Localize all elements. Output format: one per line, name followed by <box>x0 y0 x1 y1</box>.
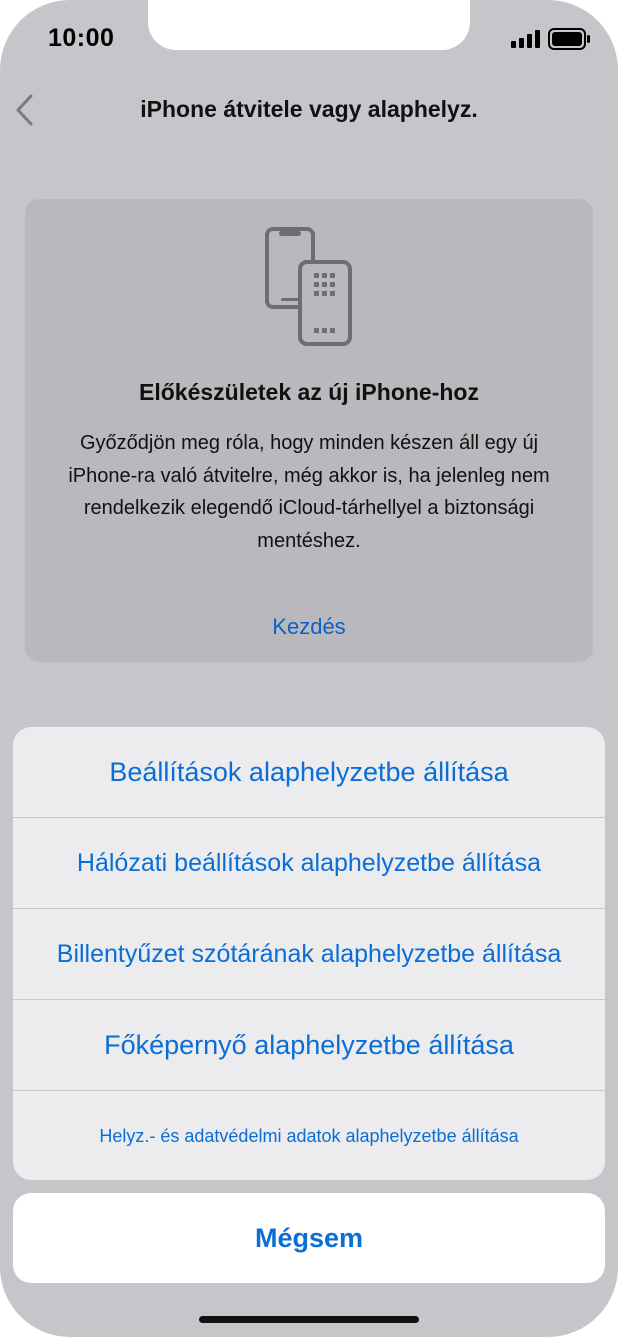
phone-screen: 10:00 iPhone átvitele vagy alaphelyz. El… <box>0 0 618 1337</box>
battery-icon <box>548 28 590 50</box>
cellular-signal-icon <box>511 30 540 48</box>
reset-keyboard-dictionary-option[interactable]: Billentyűzet szótárának alaphelyzetbe ál… <box>13 909 605 1000</box>
cancel-button[interactable]: Mégsem <box>13 1193 605 1283</box>
phone-transfer-icon <box>265 227 352 346</box>
reset-location-privacy-option[interactable]: Helyz.- és adatvédelmi adatok alaphelyze… <box>13 1091 605 1180</box>
get-started-link[interactable]: Kezdés <box>25 614 593 640</box>
prepare-new-iphone-card: Előkészületek az új iPhone-hoz Győződjön… <box>25 199 593 662</box>
home-indicator[interactable] <box>199 1316 419 1323</box>
reset-network-settings-option[interactable]: Hálózati beállítások alaphelyzetbe állít… <box>13 818 605 909</box>
status-time: 10:00 <box>48 24 115 52</box>
reset-action-sheet: Beállítások alaphelyzetbe állítása Hálóz… <box>13 727 605 1180</box>
reset-home-screen-option[interactable]: Főképernyő alaphelyzetbe állítása <box>13 1000 605 1091</box>
card-heading: Előkészületek az új iPhone-hoz <box>139 379 479 405</box>
reset-all-settings-option[interactable]: Beállítások alaphelyzetbe állítása <box>13 727 605 818</box>
page-title: iPhone átvitele vagy alaphelyz. <box>140 96 478 122</box>
notch <box>148 0 470 50</box>
card-description: Győződjön meg róla, hogy minden készen á… <box>68 432 550 552</box>
